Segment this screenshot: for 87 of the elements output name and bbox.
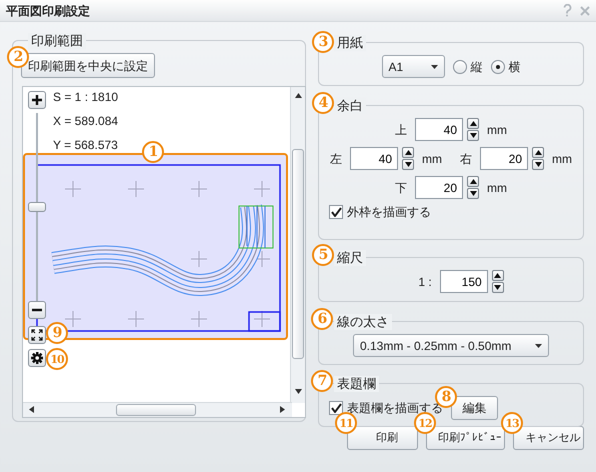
group-title: 用紙 [334,35,366,51]
coordinate-text: X = 589.084 [53,113,118,130]
number-field[interactable]: 150 [440,270,488,293]
check-icon [330,403,342,413]
down-arrow-icon [404,162,412,167]
group-title: 印刷範囲 [28,33,86,49]
expand-icon [31,329,43,341]
fit-view-button[interactable] [28,326,46,344]
dialog-button[interactable]: 印刷ﾌﾟﾚﾋﾞｭｰ [426,426,505,450]
window-title: 平面図印刷設定 [6,2,90,20]
zoom-in-button[interactable] [28,91,46,109]
field-label: 下 [395,180,407,196]
callout-number: 6 [311,308,333,330]
dialog-button[interactable]: 印刷 [347,426,418,450]
group-title: 表題欄 [334,376,379,392]
number-field[interactable]: 20 [415,176,463,199]
up-arrow-icon [470,121,476,126]
field-label: 上 [395,122,407,138]
unit-text: mm [552,150,572,168]
checkbox[interactable] [329,205,343,219]
settings-button[interactable] [28,349,46,367]
plus-icon [31,94,43,106]
dialog-button[interactable]: キャンセル [513,426,584,450]
spin-down-button[interactable] [402,159,414,170]
spin-up-button[interactable] [402,147,414,158]
zoom-slider-thumb[interactable] [28,202,46,212]
callout-number: 2 [7,46,29,68]
spin-down-button[interactable] [492,282,504,293]
down-arrow-icon [470,191,476,196]
down-arrow-icon [494,285,502,290]
up-arrow-icon [534,150,542,155]
spin-up-button[interactable] [467,176,479,187]
vertical-scrollbar[interactable] [290,87,305,403]
edit-button[interactable]: 編集 [451,396,498,420]
group-title: 縮尺 [334,250,366,266]
number-field[interactable]: 40 [415,118,463,141]
up-arrow-icon [470,179,476,184]
field-label: 右 [460,150,472,168]
scroll-up-icon[interactable] [295,93,302,98]
number-field[interactable]: 40 [350,147,398,170]
unit-text: mm [487,180,507,196]
horizontal-scrollbar[interactable] [23,402,292,417]
spin-up-button[interactable] [467,118,479,129]
radio-label[interactable]: 縦 [470,58,482,76]
caret-icon [430,64,438,68]
radio-label[interactable]: 横 [508,58,520,76]
down-arrow-icon [534,162,542,167]
callout-number: 11 [335,412,357,434]
caret-icon [535,344,542,348]
callout-number: 13 [501,412,523,434]
settings-icon [31,352,43,364]
radio-button[interactable] [490,60,504,74]
field-label: 左 [330,150,342,168]
radio-button[interactable] [452,60,466,74]
spin-down-button[interactable] [467,130,479,141]
zoom-out-button[interactable] [28,301,46,319]
spin-up-button[interactable] [492,270,504,281]
down-arrow-icon [470,133,476,138]
paper-size-dropdown[interactable]: A1 [382,55,444,78]
scroll-down-icon[interactable] [295,389,302,394]
unit-text: mm [422,150,442,168]
checkbox[interactable] [329,401,343,415]
scale-prefix: 1 : [418,274,432,290]
coordinate-text: Y = 568.573 [53,137,118,154]
scroll-right-icon[interactable] [280,406,285,413]
callout-number: 5 [312,244,334,266]
coordinate-text: S = 1 : 1810 [53,89,118,106]
callout-number: 3 [312,31,334,53]
number-field[interactable]: 20 [480,147,528,170]
radio-dot-icon [496,64,500,68]
group-title: 余白 [334,98,366,114]
spin-down-button[interactable] [532,159,544,170]
callout-number: 12 [414,412,436,434]
spin-down-button[interactable] [467,188,479,199]
spin-up-button[interactable] [532,147,544,158]
unit-text: mm [487,122,507,138]
up-arrow-icon [404,150,412,155]
title-block-frame [248,311,281,332]
checkbox-label[interactable]: 外枠を描画する [347,203,431,221]
line-width-dropdown[interactable]: 0.13mm - 0.25mm - 0.50mm [353,334,549,357]
callout-number: 4 [312,92,334,114]
group-title: 線の太さ [334,314,392,330]
callout-number: 7 [311,370,333,392]
scroll-left-icon[interactable] [29,406,34,413]
up-arrow-icon [494,273,502,278]
check-icon [330,207,342,217]
center-range-button[interactable]: 印刷範囲を中央に設定 [21,53,155,78]
